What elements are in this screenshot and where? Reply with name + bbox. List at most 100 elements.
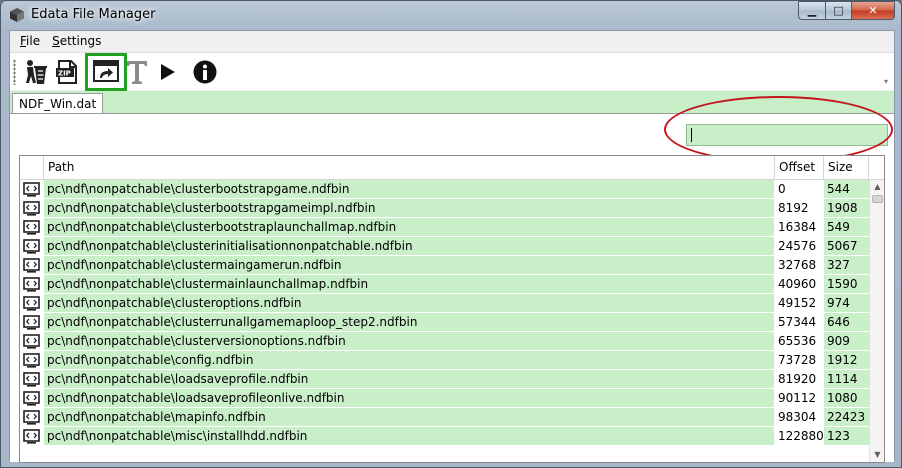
export-button[interactable] [85, 53, 127, 91]
size-cell[interactable]: 1114 [824, 370, 869, 388]
offset-cell[interactable]: 65536 [775, 332, 823, 350]
title-bar[interactable]: Edata File Manager ▁ □ ✕ [1, 1, 901, 29]
offset-cell[interactable]: 81920 [775, 370, 823, 388]
ndfbin-file-icon [23, 314, 40, 330]
table-row[interactable]: pc\ndf\nonpatchable\clusterinitialisatio… [20, 237, 869, 256]
size-cell[interactable]: 1590 [824, 275, 869, 293]
row-icon-cell [20, 256, 43, 274]
path-cell[interactable]: pc\ndf\nonpatchable\clusterinitialisatio… [44, 237, 774, 255]
scroll-up-button[interactable]: ▲ [870, 180, 884, 194]
path-cell[interactable]: pc\ndf\nonpatchable\clusterbootstrapgame… [44, 199, 774, 217]
table-row[interactable]: pc\ndf\nonpatchable\clusterbootstrapgame… [20, 180, 869, 199]
size-cell[interactable]: 646 [824, 313, 869, 331]
offset-cell[interactable]: 40960 [775, 275, 823, 293]
path-cell[interactable]: pc\ndf\nonpatchable\clusterbootstrapgame… [44, 180, 774, 198]
table-row[interactable]: pc\ndf\nonpatchable\loadsaveprofile.ndfb… [20, 370, 869, 389]
tab-ndf-win[interactable]: NDF_Win.dat [12, 93, 104, 114]
table-row[interactable]: pc\ndf\nonpatchable\mapinfo.ndfbin 98304 2… [20, 408, 869, 427]
size-cell[interactable]: 5067 [824, 237, 869, 255]
table-row[interactable]: pc\ndf\nonpatchable\config.ndfbin 73728 19… [20, 351, 869, 370]
offset-cell[interactable]: 16384 [775, 218, 823, 236]
offset-cell[interactable]: 32768 [775, 256, 823, 274]
menu-file[interactable]: File [14, 34, 46, 48]
size-cell[interactable]: 544 [824, 180, 869, 198]
offset-cell[interactable]: 98304 [775, 408, 823, 426]
path-cell[interactable]: pc\ndf\nonpatchable\clusterversionoption… [44, 332, 774, 350]
ndfbin-file-icon [23, 219, 40, 235]
offset-cell[interactable]: 24576 [775, 237, 823, 255]
scroll-thumb[interactable] [872, 195, 883, 203]
path-cell[interactable]: pc\ndf\nonpatchable\clustermainlaunchall… [44, 275, 774, 293]
offset-cell[interactable]: 122880 [775, 427, 823, 445]
play-button[interactable] [152, 57, 182, 87]
header-size[interactable]: Size [824, 156, 869, 180]
row-icon-cell [20, 370, 43, 388]
info-button[interactable] [190, 57, 220, 87]
filter-input[interactable] [686, 124, 888, 146]
table-row[interactable]: pc\ndf\nonpatchable\misc\installhdd.ndfb… [20, 427, 869, 446]
size-cell[interactable]: 327 [824, 256, 869, 274]
scroll-down-button[interactable]: ▼ [870, 448, 884, 462]
size-cell[interactable]: 974 [824, 294, 869, 312]
size-cell[interactable]: 909 [824, 332, 869, 350]
vertical-scrollbar[interactable]: ▲ ▼ [869, 180, 884, 462]
path-cell[interactable]: pc\ndf\nonpatchable\clustermaingamerun.n… [44, 256, 774, 274]
offset-cell[interactable]: 90112 [775, 389, 823, 407]
size-cell[interactable]: 22423 [824, 408, 869, 426]
minimize-button[interactable]: ▁ [798, 1, 825, 20]
path-cell[interactable]: pc\ndf\nonpatchable\config.ndfbin [44, 351, 774, 369]
ndfbin-file-icon [23, 276, 40, 292]
toolbar-grip[interactable] [13, 59, 16, 85]
app-cube-icon [10, 8, 24, 22]
header-size-label: Size [828, 160, 853, 174]
delete-button[interactable] [22, 57, 52, 87]
path-cell[interactable]: pc\ndf\nonpatchable\mapinfo.ndfbin [44, 408, 774, 426]
table-row[interactable]: pc\ndf\nonpatchable\clusterversionoption… [20, 332, 869, 351]
toolbar: ZIP ▾ [10, 52, 894, 91]
close-button[interactable]: ✕ [851, 1, 895, 20]
offset-cell[interactable]: 8192 [775, 199, 823, 217]
table-row[interactable]: pc\ndf\nonpatchable\clusterbootstraplaun… [20, 218, 869, 237]
row-icon-cell [20, 237, 43, 255]
path-cell[interactable]: pc\ndf\nonpatchable\clusteroptions.ndfbi… [44, 294, 774, 312]
table-row[interactable]: pc\ndf\nonpatchable\clusteroptions.ndfbi… [20, 294, 869, 313]
path-cell[interactable]: pc\ndf\nonpatchable\loadsaveprofile.ndfb… [44, 370, 774, 388]
maximize-button[interactable]: □ [825, 1, 851, 20]
table-row[interactable]: pc\ndf\nonpatchable\loadsaveprofileonliv… [20, 389, 869, 408]
offset-cell[interactable]: 73728 [775, 351, 823, 369]
header-path[interactable]: Path [44, 156, 775, 180]
text-button[interactable] [122, 57, 152, 87]
path-cell[interactable]: pc\ndf\nonpatchable\clusterbootstraplaun… [44, 218, 774, 236]
path-cell[interactable]: pc\ndf\nonpatchable\misc\installhdd.ndfb… [44, 427, 774, 445]
tab-strip: NDF_Win.dat [10, 91, 894, 114]
row-icon-cell [20, 294, 43, 312]
menu-settings[interactable]: Settings [46, 34, 107, 48]
grid-header: Path Offset Size [20, 156, 884, 180]
ndfbin-file-icon [23, 238, 40, 254]
offset-cell[interactable]: 0 [775, 180, 823, 198]
zip-button[interactable]: ZIP [52, 57, 82, 87]
size-cell[interactable]: 1912 [824, 351, 869, 369]
text-caret [691, 128, 692, 142]
offset-cell[interactable]: 57344 [775, 313, 823, 331]
size-cell[interactable]: 123 [824, 427, 869, 445]
ndfbin-file-icon [23, 352, 40, 368]
size-cell[interactable]: 549 [824, 218, 869, 236]
row-icon-cell [20, 389, 43, 407]
size-cell[interactable]: 1908 [824, 199, 869, 217]
zip-archive-icon: ZIP [56, 60, 77, 84]
header-offset[interactable]: Offset [775, 156, 824, 180]
path-cell[interactable]: pc\ndf\nonpatchable\clusterrunallgamemap… [44, 313, 774, 331]
tab-panel: Path Offset Size pc\ndf\nonpatchable\clu… [10, 96, 894, 463]
offset-cell[interactable]: 49152 [775, 294, 823, 312]
ndfbin-file-icon [23, 409, 40, 425]
path-cell[interactable]: pc\ndf\nonpatchable\loadsaveprofileonliv… [44, 389, 774, 407]
toolbar-overflow-button[interactable]: ▾ [884, 77, 892, 89]
table-row[interactable]: pc\ndf\nonpatchable\clustermaingamerun.n… [20, 256, 869, 275]
row-icon-cell [20, 275, 43, 293]
table-row[interactable]: pc\ndf\nonpatchable\clusterbootstrapgame… [20, 199, 869, 218]
size-cell[interactable]: 1080 [824, 389, 869, 407]
header-icon-column[interactable] [20, 156, 44, 180]
table-row[interactable]: pc\ndf\nonpatchable\clusterrunallgamemap… [20, 313, 869, 332]
table-row[interactable]: pc\ndf\nonpatchable\clustermainlaunchall… [20, 275, 869, 294]
